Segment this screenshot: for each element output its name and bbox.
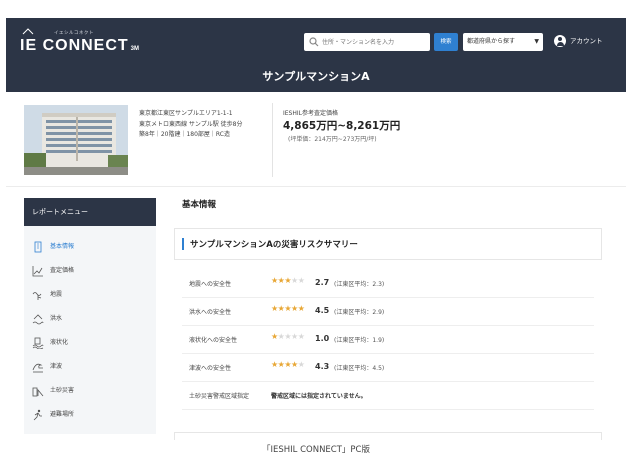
sidebar-item-label: 洪水: [50, 315, 63, 322]
ward-average: (江東区平均：2.3): [334, 281, 385, 288]
search-input[interactable]: [322, 35, 426, 49]
star-icon: ★: [271, 276, 278, 285]
landslide-zone-status: 警戒区域には指定されていません。: [271, 393, 367, 400]
ward-average: (江東区平均：1.9): [334, 337, 385, 344]
risk-row-liquefaction: 液状化への安全性 ★★★★★ 1.0 (江東区平均：1.9): [182, 326, 594, 354]
image-caption: 「IESHIL CONNECT」PC版: [261, 445, 370, 455]
star-rating: ★★★★★: [271, 304, 305, 313]
address-line: 東京都江東区サンプルエリア1-1-1: [139, 110, 233, 117]
star-rating: ★★★★★: [271, 276, 305, 285]
earthquake-icon: [32, 291, 42, 300]
star-icon: ★: [271, 360, 278, 369]
risk-score: 2.7: [315, 278, 330, 287]
price-range: 4,865万円~8,261万円: [283, 120, 401, 132]
risk-summary-header: サンプルマンションAの災害リスクサマリー: [174, 228, 602, 260]
sidebar-item-label: 基本情報: [50, 243, 75, 250]
star-icon: ★: [291, 360, 298, 369]
star-icon: ★: [271, 332, 278, 341]
star-icon: ★: [297, 304, 305, 313]
sidebar-item-label: 液状化: [50, 339, 69, 346]
ward-average: (江東区平均：4.5): [334, 365, 385, 372]
star-rating: ★★★★★: [271, 360, 305, 369]
star-icon: ★: [291, 332, 298, 341]
star-icon: ★: [291, 304, 298, 313]
prefecture-dropdown-label: 都道府県から探す: [467, 38, 516, 45]
sidebar-item-liquefaction[interactable]: 液状化: [32, 336, 68, 350]
logo-text: IE CONNECT 3M: [20, 37, 140, 54]
logo-kana: イエシルコネクト: [54, 31, 94, 36]
search-button[interactable]: 検索: [434, 33, 458, 51]
star-icon: ★: [271, 304, 278, 313]
sidebar-item-tsunami[interactable]: 津波: [32, 360, 62, 374]
report-menu-title: レポートメニュー: [24, 198, 156, 226]
page-title: サンプルマンションA: [262, 70, 370, 83]
star-icon: ★: [297, 276, 305, 285]
building-photo: [24, 105, 128, 175]
sidebar-item-label: 避難場所: [50, 411, 75, 418]
building-icon: [34, 241, 42, 252]
sidebar-item-flood[interactable]: 洪水: [32, 312, 62, 326]
chart-icon: [32, 265, 43, 276]
risk-label: 液状化への安全性: [189, 337, 238, 344]
report-menu: レポートメニュー 基本情報 査定価格 地震 洪水 液状化 津波 土砂災害 避難場…: [24, 198, 156, 434]
header-bar: イエシルコネクト IE CONNECT3M 検索 都道府県から探す ▼ アカウン…: [6, 18, 626, 92]
liquefaction-icon: [32, 337, 44, 349]
sidebar-item-label: 査定価格: [50, 267, 75, 274]
sidebar-item-valuation[interactable]: 査定価格: [32, 264, 74, 278]
roof-icon: [22, 28, 34, 35]
search-icon: [309, 37, 319, 47]
risk-row-earthquake: 地震への安全性 ★★★★★ 2.7 (江東区平均：2.3): [182, 270, 594, 298]
section-title: 基本情報: [182, 200, 217, 210]
sidebar-item-basic-info[interactable]: 基本情報: [32, 240, 74, 254]
divider: [272, 103, 273, 177]
account-label: アカウント: [570, 37, 603, 45]
star-icon: ★: [284, 304, 292, 313]
accent-bar: [182, 238, 184, 250]
star-icon: ★: [291, 276, 298, 285]
risk-score: 4.3: [315, 362, 330, 371]
risk-row-landslide-zone: 土砂災害警戒区域指定 警戒区域には指定されていません。: [182, 382, 594, 410]
spec-line: 築8年｜20階建｜180部屋｜RC造: [139, 131, 230, 138]
price-per-tsubo: (坪単価：214万円~273万円/坪): [288, 136, 377, 143]
access-line: 東京メトロ東西線 サンプル駅 徒歩8分: [139, 120, 243, 128]
risk-row-flood: 洪水への安全性 ★★★★★ 4.5 (江東区平均：2.9): [182, 298, 594, 326]
sidebar-item-label: 地震: [50, 291, 63, 298]
price-label: IESHIL参考査定価格: [283, 110, 338, 117]
divider: [6, 186, 626, 187]
evacuation-icon: [33, 409, 42, 420]
landslide-icon: [32, 387, 44, 396]
tsunami-icon: [32, 363, 43, 372]
user-icon: [554, 35, 566, 47]
risk-score: 1.0: [315, 334, 330, 343]
property-address: 東京都江東区サンプルエリア1-1-1 東京メトロ東西線 サンプル駅 徒歩8分 築…: [139, 109, 261, 141]
sidebar-item-earthquake[interactable]: 地震: [32, 288, 62, 302]
risk-label: 地震への安全性: [189, 281, 232, 288]
risk-label: 土砂災害警戒区域指定: [189, 393, 250, 400]
risk-label: 洪水への安全性: [189, 309, 232, 316]
star-rating: ★★★★★: [271, 332, 305, 341]
search-field[interactable]: [304, 33, 430, 51]
ward-average: (江東区平均：2.9): [334, 309, 385, 316]
star-icon: ★: [284, 276, 292, 285]
sidebar-item-label: 津波: [50, 363, 63, 370]
star-icon: ★: [297, 360, 305, 369]
risk-score: 4.5: [315, 306, 330, 315]
risk-summary-title: サンプルマンションAの災害リスクサマリー: [190, 240, 358, 250]
risk-label: 津波への安全性: [189, 365, 232, 372]
prefecture-dropdown[interactable]: 都道府県から探す ▼: [463, 33, 543, 51]
sidebar-item-label: 土砂災害: [50, 387, 75, 394]
caret-down-icon: ▼: [534, 38, 539, 45]
account-menu[interactable]: アカウント: [554, 35, 603, 47]
star-icon: ★: [284, 360, 292, 369]
risk-row-tsunami: 津波への安全性 ★★★★★ 4.3 (江東区平均：4.5): [182, 354, 594, 382]
star-icon: ★: [284, 332, 292, 341]
star-icon: ★: [297, 332, 305, 341]
sidebar-item-landslide[interactable]: 土砂災害: [32, 384, 74, 398]
house-flood-icon: [32, 313, 44, 324]
sidebar-item-evacuation[interactable]: 避難場所: [32, 408, 74, 422]
next-section-box: [174, 432, 602, 440]
